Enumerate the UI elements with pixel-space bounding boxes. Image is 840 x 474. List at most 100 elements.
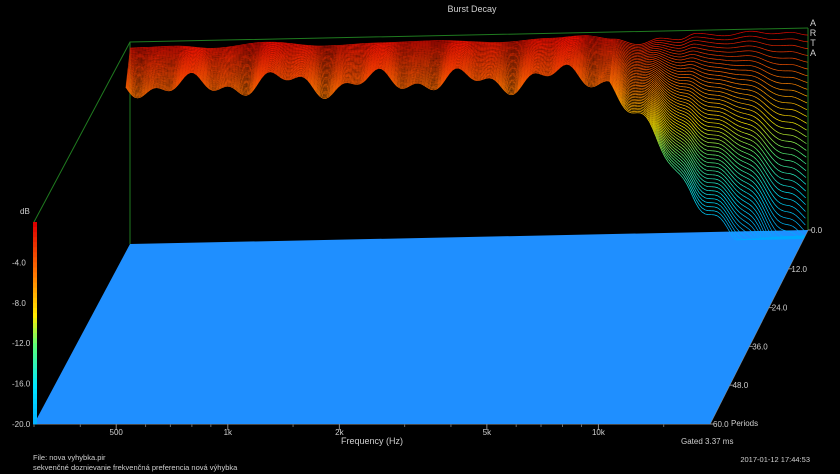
- decay-segment: [758, 36, 762, 39]
- decay-segment: [665, 60, 669, 63]
- decay-segment: [588, 40, 592, 43]
- decay-segment: [761, 53, 765, 55]
- decay-segment: [705, 61, 709, 63]
- decay-segment: [758, 41, 762, 44]
- decay-segment: [757, 108, 761, 112]
- decay-segment: [408, 59, 412, 61]
- decay-segment: [773, 68, 777, 71]
- decay-segment: [409, 53, 413, 55]
- decay-segment: [630, 70, 634, 73]
- decay-segment: [763, 97, 768, 101]
- decay-segment: [134, 67, 138, 70]
- decay-segment: [741, 126, 745, 129]
- decay-segment: [737, 32, 741, 35]
- decay-segment: [628, 51, 632, 54]
- decay-segment: [731, 126, 736, 129]
- decay-segment: [767, 44, 771, 46]
- decay-segment: [667, 77, 672, 81]
- decay-segment: [698, 85, 703, 89]
- decay-segment: [588, 38, 593, 40]
- decay-segment: [747, 109, 752, 111]
- decay-segment: [640, 58, 644, 60]
- decay-segment: [800, 99, 805, 102]
- decay-segment: [181, 52, 185, 54]
- decay-segment: [685, 96, 690, 98]
- decay-segment: [741, 107, 745, 110]
- decay-segment: [690, 33, 695, 36]
- decay-segment: [224, 59, 228, 61]
- decay-segment: [761, 37, 765, 39]
- decay-segment: [797, 111, 801, 114]
- decay-segment: [668, 67, 672, 70]
- decay-segment: [779, 88, 783, 91]
- decay-segment: [760, 89, 765, 93]
- decay-segment: [414, 59, 418, 61]
- decay-segment: [626, 41, 630, 44]
- decay-segment: [725, 118, 730, 121]
- decay-segment: [517, 50, 521, 53]
- decay-segment: [440, 50, 444, 52]
- decay-segment: [662, 44, 667, 47]
- decay-segment: [652, 68, 656, 71]
- decay-segment: [285, 57, 289, 59]
- decay-segment: [652, 62, 656, 65]
- decay-segment: [781, 158, 785, 161]
- decay-segment: [504, 54, 508, 57]
- decay-segment: [732, 82, 737, 84]
- decay-segment: [662, 54, 666, 57]
- decay-segment: [722, 120, 727, 123]
- decay-segment: [797, 85, 802, 88]
- decay-segment: [753, 136, 757, 140]
- decay-segment: [699, 63, 703, 65]
- decay-segment: [688, 100, 693, 104]
- decay-segment: [702, 56, 706, 59]
- decay-segment: [630, 69, 634, 71]
- decay-segment: [767, 66, 771, 69]
- decay-segment: [758, 52, 762, 54]
- decay-segment: [747, 128, 751, 131]
- decay-segment: [778, 144, 782, 147]
- decay-segment: [658, 59, 663, 62]
- decay-segment: [690, 36, 694, 39]
- decay-segment: [507, 54, 512, 56]
- decay-segment: [335, 52, 339, 54]
- decay-segment: [772, 104, 777, 107]
- decay-segment: [144, 59, 148, 62]
- decay-segment: [799, 158, 804, 162]
- decay-segment: [174, 60, 178, 63]
- decay-segment: [627, 61, 632, 64]
- decay-segment: [798, 65, 802, 68]
- decay-segment: [684, 36, 688, 39]
- decay-segment: [738, 130, 742, 133]
- decay-segment: [588, 47, 592, 49]
- decay-segment: [495, 52, 499, 54]
- decay-segment: [174, 59, 178, 62]
- decay-segment: [705, 81, 709, 83]
- decay-segment: [695, 80, 700, 83]
- decay-segment: [328, 70, 332, 72]
- decay-segment: [803, 101, 808, 104]
- decay-segment: [582, 41, 586, 43]
- decay-segment: [794, 129, 798, 132]
- decay-segment: [800, 119, 804, 122]
- decay-segment: [730, 34, 735, 36]
- decay-segment: [344, 52, 348, 55]
- decay-segment: [726, 105, 730, 108]
- decay-segment: [762, 124, 767, 129]
- decay-segment: [411, 58, 415, 60]
- decay-segment: [329, 60, 333, 62]
- decay-segment: [757, 97, 761, 101]
- decay-segment: [772, 134, 776, 138]
- decay-segment: [440, 51, 444, 53]
- decay-segment: [686, 89, 690, 92]
- decay-segment: [147, 58, 151, 61]
- decay-segment: [668, 64, 672, 67]
- decay-segment: [747, 123, 751, 126]
- decay-segment: [795, 51, 799, 54]
- decay-segment: [588, 46, 592, 48]
- decay-segment: [655, 62, 660, 65]
- decay-segment: [751, 95, 755, 97]
- decay-segment: [588, 41, 592, 44]
- decay-segment: [322, 60, 327, 62]
- decay-segment: [585, 43, 589, 45]
